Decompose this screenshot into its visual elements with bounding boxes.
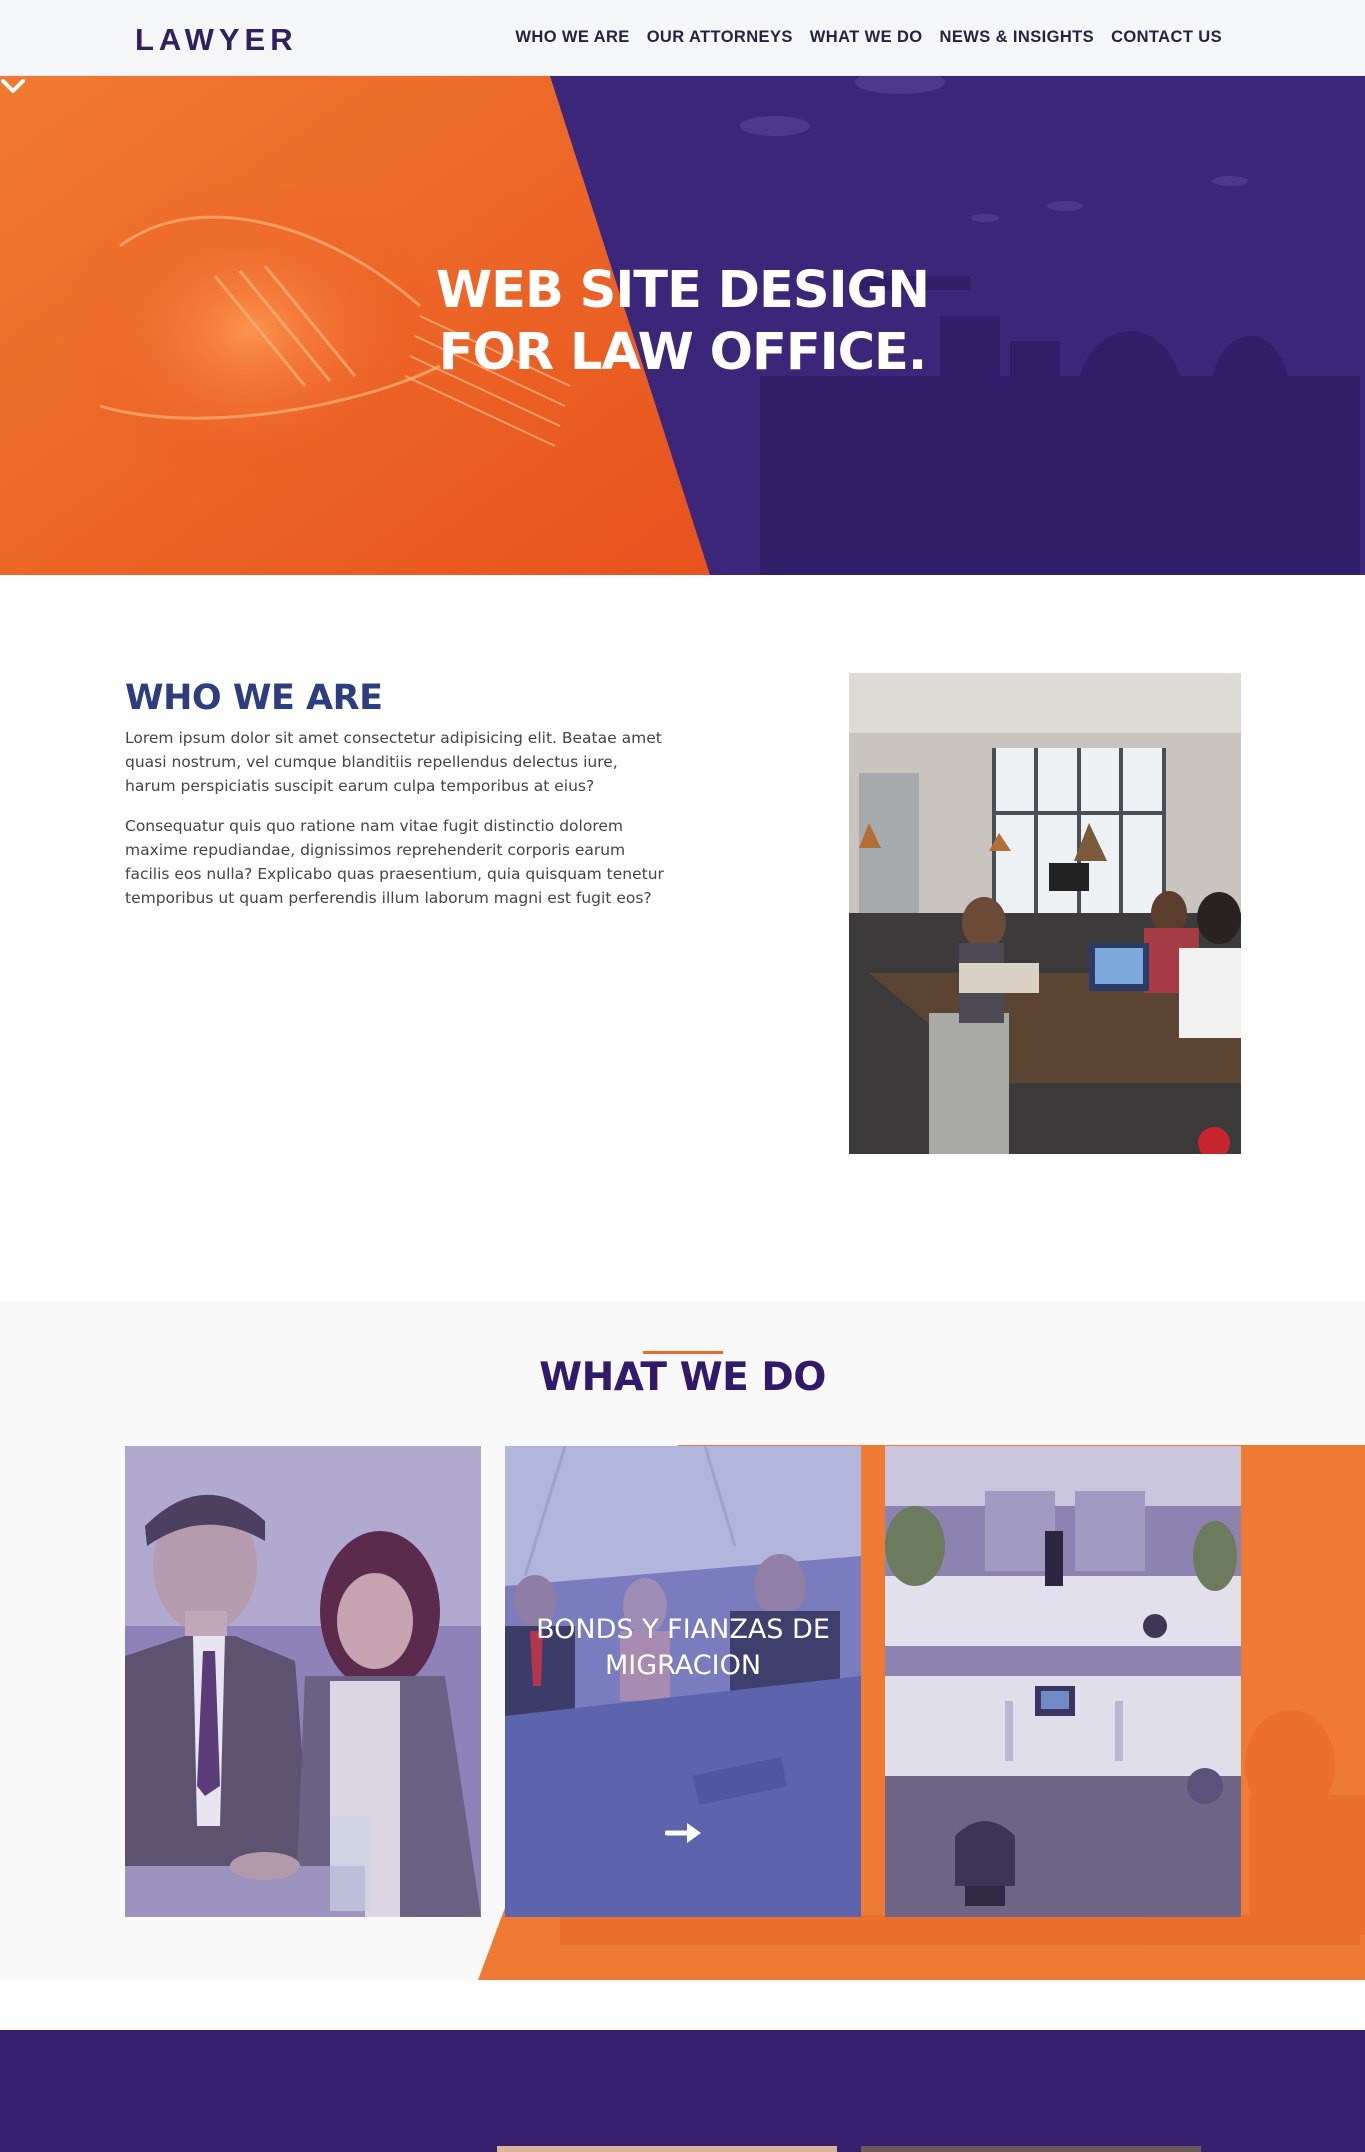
service-card-bonds[interactable]: BONDS Y FIANZAS DE MIGRACION	[505, 1446, 861, 1917]
purple-footer-band	[0, 2030, 1365, 2152]
arrow-right-icon[interactable]	[665, 1821, 703, 1845]
nav-who-we-are[interactable]: WHO WE ARE	[515, 28, 629, 47]
open-office-photo	[885, 1446, 1241, 1917]
business-meeting-photo	[125, 1446, 481, 1917]
nav-contact-us[interactable]: CONTACT US	[1111, 28, 1222, 47]
hero-title: WEB SITE DESIGN FOR LAW OFFICE.	[0, 260, 1365, 384]
band-photo-2	[861, 2146, 1201, 2152]
what-we-do-heading: WHAT WE DO	[539, 1355, 826, 1400]
office-team-photo	[849, 673, 1241, 1154]
main-menu: WHO WE ARE OUR ATTORNEYS WHAT WE DO NEWS…	[515, 28, 1222, 47]
service-card-1[interactable]	[125, 1446, 481, 1917]
who-paragraph-1: Lorem ipsum dolor sit amet consectetur a…	[125, 729, 662, 795]
nav-our-attorneys[interactable]: OUR ATTORNEYS	[647, 28, 793, 47]
band-photo-1	[497, 2146, 837, 2152]
nav-news-insights[interactable]: NEWS & INSIGHTS	[940, 28, 1095, 47]
hero-title-line1: WEB SITE DESIGN	[435, 261, 930, 320]
section-accent-line	[643, 1351, 723, 1354]
top-navbar: LAWYER WHO WE ARE OUR ATTORNEYS WHAT WE …	[0, 0, 1365, 76]
who-we-are-heading: WHO WE ARE	[125, 678, 383, 718]
hero-banner: WEB SITE DESIGN FOR LAW OFFICE.	[0, 76, 1365, 575]
chevron-down-icon[interactable]	[0, 76, 26, 96]
who-paragraph-2: Consequatur quis quo ratione nam vitae f…	[125, 817, 664, 907]
site-logo[interactable]: LAWYER	[135, 22, 298, 58]
card-title-bonds: BONDS Y FIANZAS DE MIGRACION	[536, 1614, 830, 1681]
hero-title-line2: FOR LAW OFFICE.	[438, 323, 928, 382]
service-card-3[interactable]	[885, 1446, 1241, 1917]
nav-what-we-do[interactable]: WHAT WE DO	[810, 28, 923, 47]
